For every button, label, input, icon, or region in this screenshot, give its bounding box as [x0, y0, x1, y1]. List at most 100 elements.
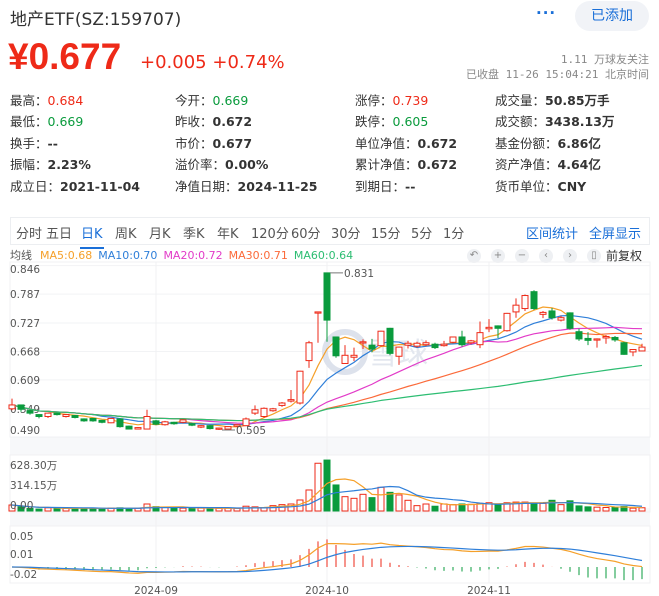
- volume-tick-label: 0.00: [10, 500, 33, 512]
- candle: [476, 321, 484, 349]
- candle: [125, 425, 133, 430]
- candle-body: [305, 342, 313, 362]
- candle-style-icon[interactable]: ▯: [587, 249, 601, 263]
- volume-bar: [404, 499, 412, 512]
- stat-value: 0.669: [212, 93, 249, 108]
- stat-item: 资产净值：4.64亿: [495, 154, 601, 173]
- volume-bar: [80, 507, 88, 512]
- volume-ma5-line: [11, 478, 643, 509]
- volume-bar: [386, 491, 394, 512]
- candle: [440, 340, 448, 347]
- stat-value: 2.23%: [47, 157, 91, 172]
- volume-bar: [431, 505, 439, 512]
- close-macd-icon[interactable]: ×: [634, 513, 647, 526]
- candle-body: [593, 338, 601, 341]
- followers-count: 1.11 万球友关注: [560, 53, 649, 66]
- candle-body: [134, 427, 142, 430]
- candle-body: [269, 408, 277, 412]
- candle: [368, 338, 376, 353]
- candle-body: [494, 325, 502, 329]
- tab-4[interactable]: 月K: [149, 223, 171, 242]
- page-title: 地产ETF(SZ:159707): [10, 10, 182, 30]
- added-to-watchlist-button[interactable]: 已添加: [575, 1, 649, 31]
- stat-item: 最高：0.684: [10, 90, 83, 109]
- candle: [575, 328, 583, 341]
- pan-left-icon[interactable]: ‹: [539, 249, 553, 263]
- volume-bar: [440, 503, 448, 512]
- volume-bar: [125, 507, 133, 512]
- candle: [80, 418, 88, 422]
- stat-label: 换手：: [10, 136, 48, 151]
- adjust-mode-button[interactable]: 前复权: [606, 247, 642, 264]
- pan-right-icon[interactable]: ›: [563, 249, 577, 263]
- tab-9[interactable]: 30分: [331, 223, 361, 242]
- min-price-label: 0.505: [236, 425, 266, 437]
- stat-label: 货币单位：: [495, 179, 558, 194]
- tab-8[interactable]: 60分: [291, 223, 321, 242]
- candle: [296, 370, 304, 405]
- stat-item: 单位净值：0.672: [355, 133, 457, 152]
- candle: [377, 330, 385, 347]
- ma10-line: [11, 314, 643, 426]
- candle-body: [8, 404, 16, 410]
- candle-body: [152, 420, 160, 425]
- candle-body: [467, 340, 475, 344]
- tab-5[interactable]: 季K: [183, 223, 205, 242]
- candle: [548, 308, 556, 320]
- candle-body: [278, 402, 286, 406]
- candle: [71, 415, 79, 419]
- tab-2[interactable]: 日K: [80, 223, 104, 249]
- x-tick-label: 2024-11: [467, 585, 511, 596]
- macd-tick-label: 0.05: [10, 531, 33, 543]
- change-percent: +0.74%: [212, 52, 285, 73]
- volume-bar: [467, 503, 475, 512]
- candle-body: [449, 336, 457, 343]
- candle-body: [215, 427, 223, 430]
- volume-bar: [314, 462, 322, 512]
- tab-0[interactable]: 分时: [16, 223, 42, 242]
- volume-bar: [638, 507, 646, 512]
- candle: [107, 417, 115, 424]
- tab-7[interactable]: 120分: [251, 223, 289, 242]
- volume-bar: [278, 504, 286, 512]
- candle-body: [503, 312, 511, 332]
- tab-1[interactable]: 五日: [46, 223, 72, 242]
- panel-frame: [9, 261, 651, 438]
- volume-bar: [368, 497, 376, 512]
- volume-bar: [476, 502, 484, 512]
- fullscreen-link[interactable]: 全屏显示: [589, 223, 641, 242]
- candle: [224, 426, 232, 430]
- watermark-text: 雪球: [368, 337, 428, 372]
- candle-body: [26, 410, 34, 414]
- tab-6[interactable]: 年K: [217, 223, 239, 242]
- candle-body: [332, 336, 340, 357]
- macd-value: MACD:-0.02: [211, 512, 278, 525]
- tab-11[interactable]: 5分: [411, 223, 432, 242]
- candle-body: [620, 342, 628, 355]
- volume-bar: [134, 507, 142, 512]
- candle: [197, 425, 205, 429]
- undo-icon[interactable]: ↶: [467, 249, 481, 263]
- candle-body: [62, 414, 70, 418]
- candle: [404, 340, 412, 349]
- tab-3[interactable]: 周K: [115, 223, 137, 242]
- tab-12[interactable]: 1分: [443, 223, 464, 242]
- range-stats-link[interactable]: 区间统计: [526, 223, 578, 242]
- close-volume-icon[interactable]: ×: [634, 442, 647, 455]
- candle-body: [413, 342, 421, 347]
- stat-label: 最低：: [10, 114, 48, 129]
- candle: [143, 409, 151, 430]
- zoom-out-icon[interactable]: −: [515, 249, 529, 263]
- stat-item: 涨停：0.739: [355, 90, 428, 109]
- candle: [332, 336, 340, 358]
- watermark-logo: [322, 329, 368, 375]
- zoom-in-icon[interactable]: +: [491, 249, 505, 263]
- volume-bar: [116, 507, 124, 512]
- more-options-button[interactable]: ···: [536, 4, 556, 22]
- stat-value: 2021-11-04: [60, 179, 140, 194]
- volume-bar: [494, 503, 502, 512]
- candle-body: [638, 346, 646, 352]
- volume-bar: [395, 494, 403, 512]
- tab-10[interactable]: 15分: [371, 223, 401, 242]
- volume-bar: [170, 507, 178, 512]
